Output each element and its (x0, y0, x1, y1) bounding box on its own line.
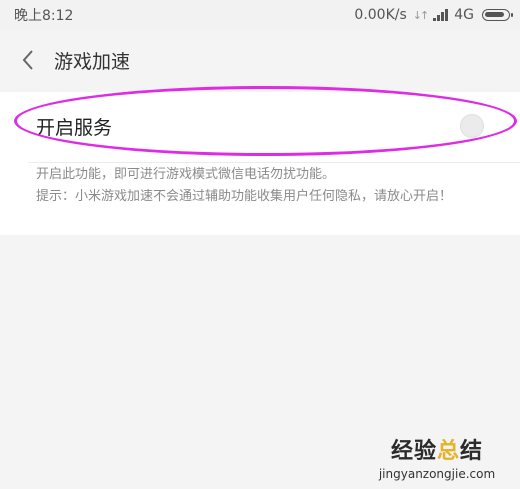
watermark-brand-part3: 结 (460, 439, 484, 464)
back-button[interactable] (4, 36, 52, 84)
setting-row-service[interactable]: 开启服务 (0, 92, 520, 160)
chevron-left-icon (22, 50, 33, 70)
divider (28, 162, 520, 163)
description: 开启此功能，即可进行游戏模式微信电话勿扰功能。 提示：小米游戏加速不会通过辅助功… (36, 164, 506, 208)
status-time: 晚上8:12 (14, 8, 74, 24)
watermark-brand: 经验总结 (362, 433, 512, 465)
page-title: 游戏加速 (54, 50, 131, 73)
status-bar: 晚上8:12 0.00K/s ↓↑ 4G (0, 0, 520, 30)
description-line-2: 提示：小米游戏加速不会通过辅助功能收集用户任何隐私，请放心开启！ (36, 189, 453, 204)
header: 游戏加速 (0, 30, 520, 90)
network-speed: 0.00K/s (354, 7, 407, 23)
description-line-1: 开启此功能，即可进行游戏模式微信电话勿扰功能。 (36, 167, 336, 182)
data-transfer-icon: ↓↑ (412, 8, 430, 22)
setting-label: 开启服务 (36, 116, 113, 139)
battery-fill (485, 12, 504, 17)
status-indicators: 0.00K/s ↓↑ 4G (354, 7, 513, 23)
battery-icon (482, 9, 513, 21)
network-type: 4G (454, 7, 474, 23)
service-toggle[interactable] (460, 114, 484, 138)
signal-icon (433, 9, 449, 21)
watermark-url: jingyanzongjie.com (378, 467, 496, 481)
watermark-brand-part2: 总 (436, 439, 460, 464)
watermark-brand-part1: 经验 (390, 439, 437, 464)
watermark: 经验总结 jingyanzongjie.com (362, 433, 512, 481)
